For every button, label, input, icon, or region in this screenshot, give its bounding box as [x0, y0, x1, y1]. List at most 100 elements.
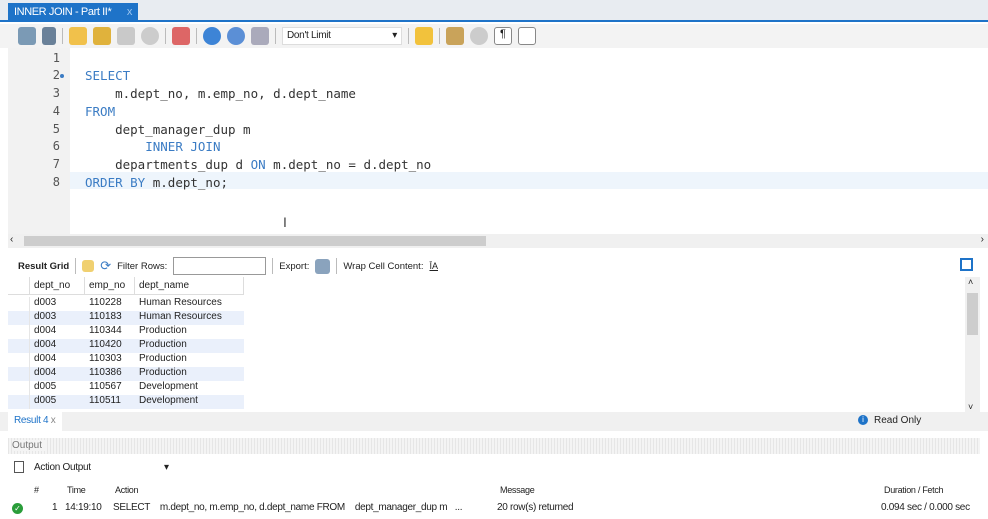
output-time: 14:19:10: [65, 502, 102, 513]
table-row[interactable]: d003 110228 Human Resources: [8, 297, 244, 311]
output-message: 20 row(s) returned: [497, 502, 574, 513]
code-line: FROM: [85, 104, 116, 119]
table-cell[interactable]: Production: [135, 339, 244, 353]
line-number: 2: [52, 68, 60, 82]
copy-icon[interactable]: [14, 461, 24, 473]
column-header[interactable]: emp_no: [85, 277, 135, 295]
find-magnifier-icon[interactable]: [470, 27, 488, 45]
table-cell[interactable]: 110386: [85, 367, 135, 381]
table-cell[interactable]: Production: [135, 325, 244, 339]
scroll-left-icon[interactable]: ‹: [10, 234, 13, 245]
close-icon[interactable]: x: [51, 415, 56, 426]
result-toolbar: Result Grid ⟳ Filter Rows: Export: Wrap …: [8, 256, 980, 276]
table-cell[interactable]: d004: [30, 367, 85, 381]
table-cell[interactable]: d004: [30, 339, 85, 353]
row-selector[interactable]: [8, 367, 30, 381]
column-header[interactable]: dept_name: [135, 277, 244, 295]
table-cell[interactable]: 110228: [85, 297, 135, 311]
execute-current-icon[interactable]: [93, 27, 111, 45]
row-selector[interactable]: [8, 325, 30, 339]
table-cell[interactable]: Production: [135, 353, 244, 367]
table-cell[interactable]: d005: [30, 381, 85, 395]
commit-check-icon[interactable]: [203, 27, 221, 45]
column-header[interactable]: dept_no: [30, 277, 85, 295]
limit-value: Don't Limit: [287, 30, 331, 41]
output-mode-select[interactable]: Action Output ▾: [14, 461, 169, 473]
code-line: departments_dup d ON m.dept_no = d.dept_…: [85, 157, 432, 172]
table-cell[interactable]: d004: [30, 325, 85, 339]
divider: [62, 28, 63, 44]
table-cell[interactable]: d005: [30, 395, 85, 409]
table-row[interactable]: d003 110183 Human Resources: [8, 311, 244, 325]
table-cell[interactable]: 110344: [85, 325, 135, 339]
add-snippet-star-icon[interactable]: [415, 27, 433, 45]
editor-horizontal-scrollbar[interactable]: ‹ ›: [8, 234, 988, 248]
table-cell[interactable]: 110303: [85, 353, 135, 367]
table-cell[interactable]: Human Resources: [135, 297, 244, 311]
close-tab-icon[interactable]: x: [127, 6, 133, 19]
toggle-panel-icon[interactable]: [960, 258, 973, 271]
statement-marker-icon: [60, 74, 64, 78]
row-selector[interactable]: [8, 311, 30, 325]
table-cell[interactable]: 110567: [85, 381, 135, 395]
table-cell[interactable]: d004: [30, 353, 85, 367]
table-cell[interactable]: 110511: [85, 395, 135, 409]
grid-vertical-scrollbar[interactable]: ˄ ˅: [965, 277, 980, 412]
table-cell[interactable]: 110183: [85, 311, 135, 325]
stop-icon[interactable]: [141, 27, 159, 45]
code-line: dept_manager_dup m: [85, 122, 251, 137]
table-cell[interactable]: Human Resources: [135, 311, 244, 325]
rollback-x-icon[interactable]: [227, 27, 245, 45]
scroll-right-icon[interactable]: ›: [981, 234, 984, 245]
autocommit-icon[interactable]: [251, 27, 269, 45]
export-icon[interactable]: [315, 258, 331, 274]
read-only-indicator: i Read Only: [858, 415, 921, 426]
scrollbar-thumb[interactable]: [967, 293, 978, 335]
table-row[interactable]: d005 110511 Development: [8, 395, 244, 409]
save-icon[interactable]: [42, 27, 56, 45]
grid-view-icon[interactable]: [82, 260, 95, 272]
scroll-up-icon[interactable]: ˄: [968, 277, 973, 287]
table-row[interactable]: d005 110567 Development: [8, 381, 244, 395]
table-row[interactable]: d004 110386 Production: [8, 367, 244, 381]
result-grid[interactable]: dept_no emp_no dept_name d003 110228 Human…: [8, 277, 965, 412]
filter-rows-input[interactable]: [173, 257, 267, 275]
table-row[interactable]: d004 110344 Production: [8, 325, 244, 339]
tab-label: INNER JOIN - Part II*: [14, 6, 112, 18]
explain-magnifier-icon[interactable]: [117, 27, 135, 45]
tab-result-4[interactable]: Result 4 x: [8, 412, 62, 431]
sql-editor[interactable]: 1 2 3 4 5 6 7 8 SELECT m.dept_no, m.emp_…: [0, 48, 988, 234]
beautify-broom-icon[interactable]: [446, 27, 464, 45]
wrap-cell-icon[interactable]: ĪA: [429, 261, 438, 271]
scrollbar-thumb[interactable]: [24, 236, 486, 246]
output-mode-value: Action Output: [34, 461, 91, 473]
table-cell[interactable]: Development: [135, 395, 244, 409]
result-grid-button[interactable]: Result Grid: [18, 261, 69, 272]
col-message: Message: [500, 485, 535, 495]
table-row[interactable]: d004 110303 Production: [8, 353, 244, 367]
col-action: Action: [115, 485, 139, 495]
row-selector[interactable]: [8, 395, 30, 409]
row-selector[interactable]: [8, 297, 30, 311]
word-wrap-icon[interactable]: [518, 27, 536, 45]
open-folder-icon[interactable]: [18, 27, 36, 45]
execute-lightning-icon[interactable]: [69, 27, 87, 45]
table-cell[interactable]: d003: [30, 297, 85, 311]
output-action: SELECT m.dept_no, m.emp_no, d.dept_name …: [113, 502, 463, 513]
line-number: 5: [52, 122, 60, 136]
table-row[interactable]: d004 110420 Production: [8, 339, 244, 353]
table-cell[interactable]: 110420: [85, 339, 135, 353]
line-number: 7: [52, 157, 60, 171]
scroll-down-icon[interactable]: ˅: [968, 402, 973, 412]
toggle-error-icon[interactable]: [172, 27, 190, 45]
row-selector[interactable]: [8, 381, 30, 395]
row-selector[interactable]: [8, 353, 30, 367]
refresh-icon[interactable]: ⟳: [100, 258, 111, 274]
table-cell[interactable]: d003: [30, 311, 85, 325]
invisible-chars-pilcrow-icon[interactable]: ¶: [494, 27, 512, 45]
limit-rows-select[interactable]: Don't Limit ▾: [282, 27, 402, 45]
tab-query[interactable]: INNER JOIN - Part II* x: [8, 3, 138, 22]
table-cell[interactable]: Development: [135, 381, 244, 395]
row-selector[interactable]: [8, 339, 30, 353]
table-cell[interactable]: Production: [135, 367, 244, 381]
